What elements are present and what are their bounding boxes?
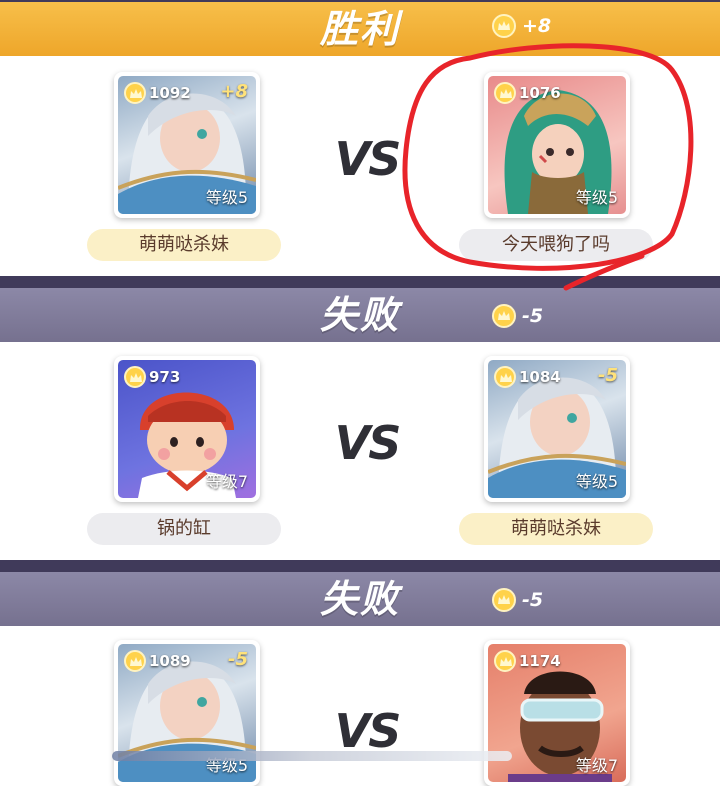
crown-star-icon xyxy=(124,650,146,672)
crown-star-icon xyxy=(492,588,516,612)
star-delta: -5 xyxy=(492,302,543,330)
star-delta-value: +8 xyxy=(522,15,552,37)
crown-star-icon xyxy=(494,650,516,672)
star-delta: +8 xyxy=(492,12,551,40)
player-card-right[interactable]: 1174 等级7 xyxy=(484,640,630,786)
star-delta: -5 xyxy=(492,586,543,614)
vs-label: VS xyxy=(334,416,402,470)
player-card-right[interactable]: 1084 -5 等级5 xyxy=(484,356,630,502)
result-title: 胜利 xyxy=(319,7,400,51)
crown-star-icon xyxy=(492,14,516,38)
player-name[interactable]: 萌萌哒杀妹 xyxy=(459,513,653,545)
player-level: 等级7 xyxy=(205,472,248,491)
score-value: 1084 xyxy=(519,368,561,386)
vs-label: VS xyxy=(334,132,402,186)
star-delta-value: -5 xyxy=(522,305,544,327)
hero-portrait: 1084 -5 等级5 xyxy=(488,360,626,498)
crown-star-icon xyxy=(124,366,146,388)
crown-star-icon xyxy=(494,82,516,104)
hero-portrait: 1092 +8 等级5 xyxy=(118,76,256,214)
rank-score: 1089 xyxy=(124,650,191,672)
hero-portrait: 1076 等级5 xyxy=(488,76,626,214)
score-value: 1076 xyxy=(519,84,561,102)
player-name[interactable]: 萌萌哒杀妹 xyxy=(87,229,281,261)
crown-star-icon xyxy=(494,366,516,388)
score-value: 973 xyxy=(149,368,181,386)
score-value: 1174 xyxy=(519,652,561,670)
crown-star-icon xyxy=(492,304,516,328)
player-card-left[interactable]: 1092 +8 等级5 xyxy=(114,72,260,218)
score-value: 1092 xyxy=(149,84,191,102)
rank-score: 973 xyxy=(124,366,180,388)
result-banner-lose: 失败 -5 xyxy=(0,572,720,626)
player-card-left[interactable]: 973 等级7 xyxy=(114,356,260,502)
result-title: 失败 xyxy=(319,577,400,621)
player-level: 等级5 xyxy=(575,188,618,207)
player-name[interactable]: 今天喂狗了吗 xyxy=(459,229,653,261)
score-delta: +8 xyxy=(220,81,248,102)
crown-star-icon xyxy=(124,82,146,104)
player-name[interactable]: 锅的缸 xyxy=(87,513,281,545)
rank-score: 1092 xyxy=(124,82,191,104)
player-level: 等级5 xyxy=(205,188,248,207)
player-level: 等级7 xyxy=(575,756,618,775)
score-delta: -5 xyxy=(598,365,618,386)
rank-score: 1076 xyxy=(494,82,561,104)
score-delta: -5 xyxy=(228,649,248,670)
player-card-right[interactable]: 1076 等级5 xyxy=(484,72,630,218)
result-title: 失败 xyxy=(319,293,400,337)
hero-portrait: 1174 等级7 xyxy=(488,644,626,782)
horizontal-scrollbar[interactable] xyxy=(112,751,512,761)
star-delta-value: -5 xyxy=(522,589,544,611)
hero-portrait: 973 等级7 xyxy=(118,360,256,498)
result-banner-lose: 失败 -5 xyxy=(0,288,720,342)
rank-score: 1084 xyxy=(494,366,561,388)
hero-portrait: 1089 -5 等级5 xyxy=(118,644,256,782)
player-level: 等级5 xyxy=(575,472,618,491)
player-card-left[interactable]: 1089 -5 等级5 xyxy=(114,640,260,786)
score-value: 1089 xyxy=(149,652,191,670)
vs-label: VS xyxy=(334,704,402,758)
result-banner-win: 胜利 +8 xyxy=(0,2,720,56)
rank-score: 1174 xyxy=(494,650,561,672)
